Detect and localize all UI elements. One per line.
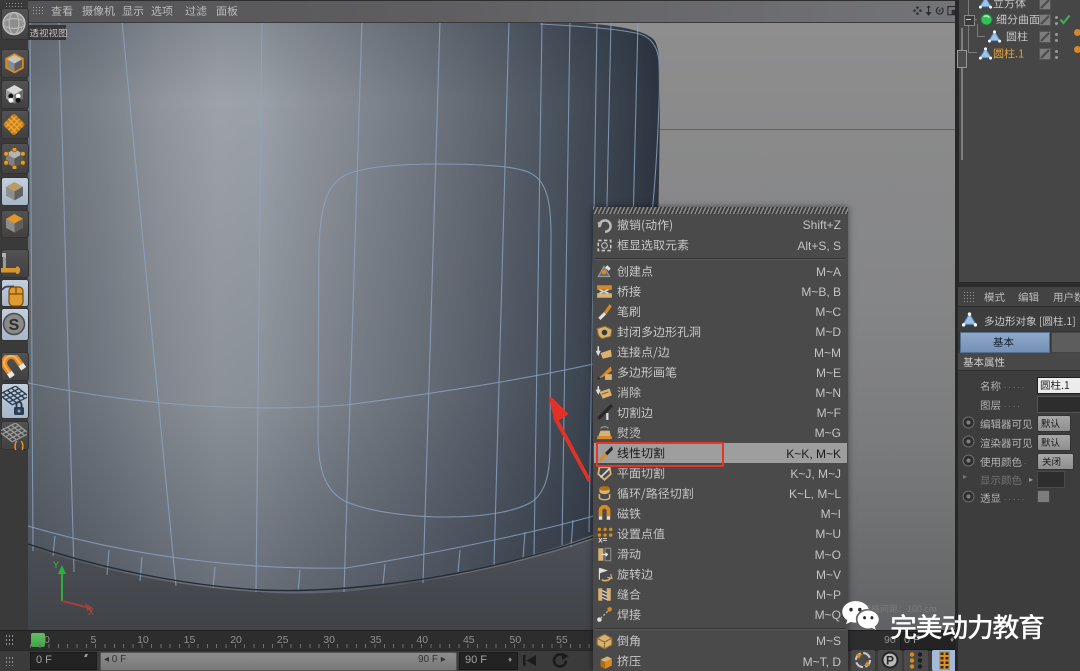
svg-text:P: P: [886, 654, 894, 668]
